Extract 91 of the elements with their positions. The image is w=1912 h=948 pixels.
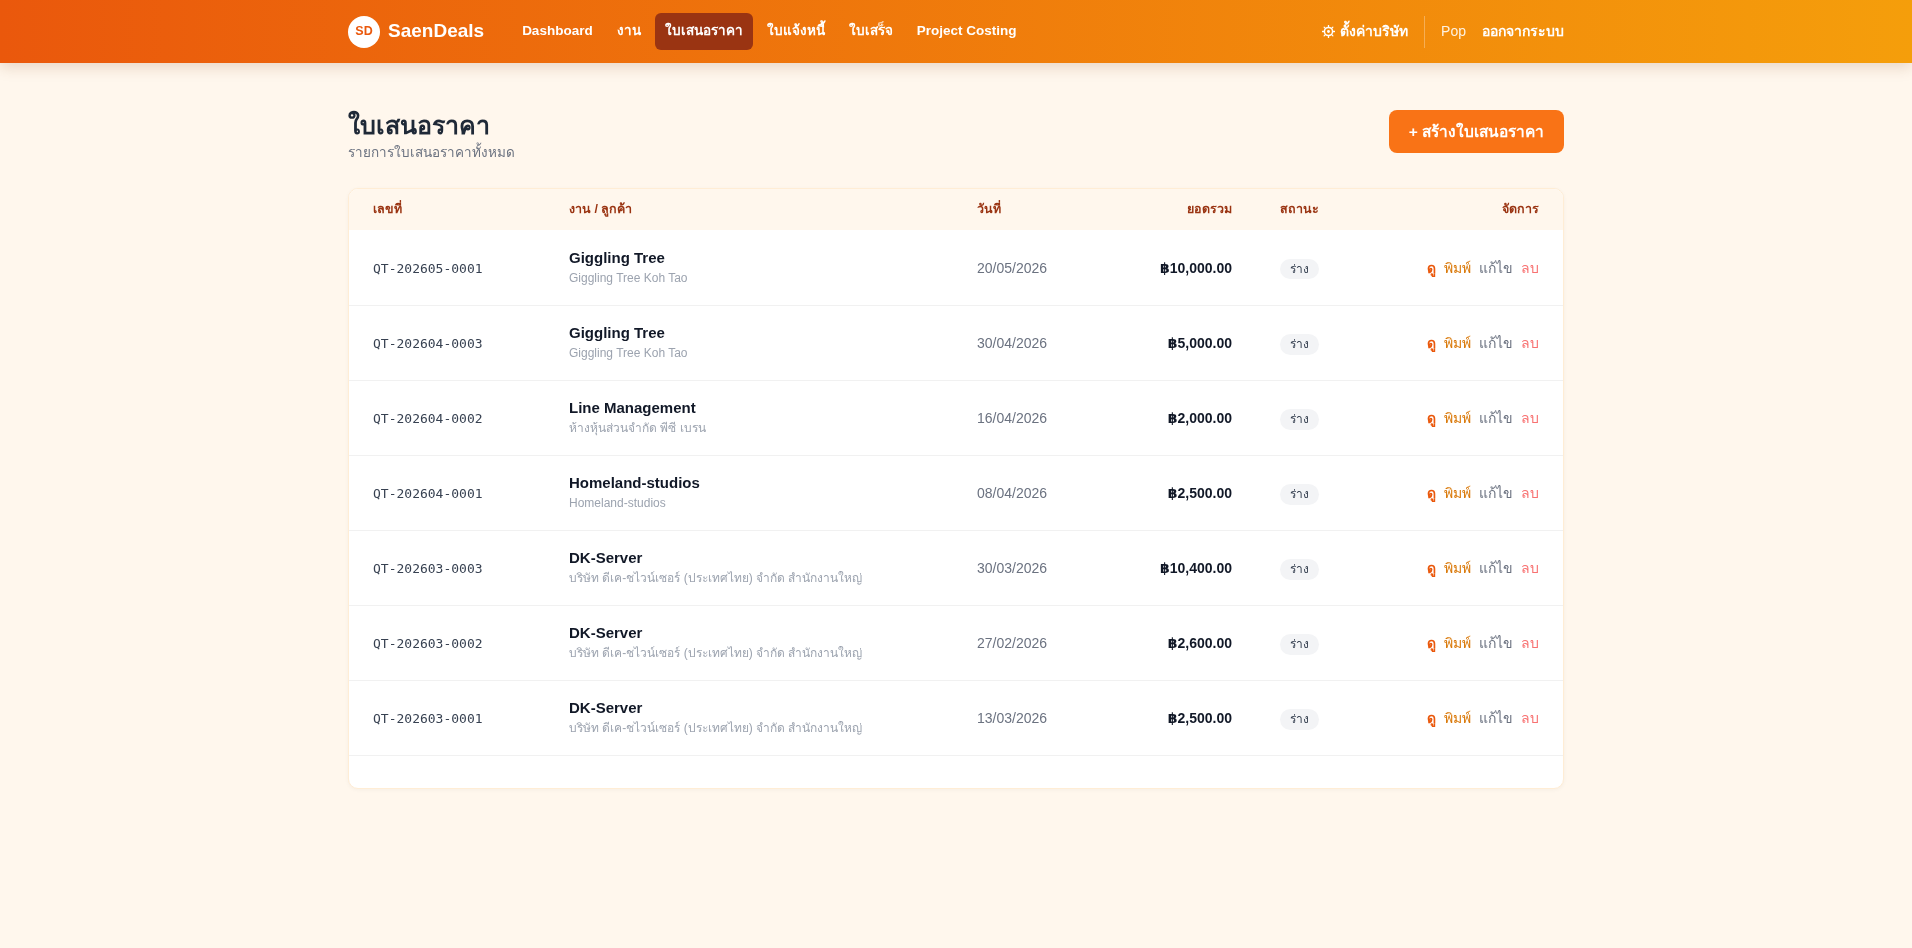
quotation-date: 13/03/2026: [977, 709, 1048, 726]
status-badge: ร่าง: [1280, 708, 1319, 730]
job-name: Giggling Tree: [569, 247, 666, 268]
quotation-date: 27/02/2026: [977, 634, 1048, 651]
logo-badge: SD: [348, 15, 380, 48]
delete-link[interactable]: ลบ: [1521, 484, 1539, 501]
user-name: Pop: [1441, 22, 1466, 41]
nav-tab[interactable]: Project Costing: [906, 13, 1027, 50]
customer-name: บริษัท ดีเค-ชไวน์เซอร์ (ประเทศไทย) จำกัด สำนักงานใหญ่: [569, 720, 864, 738]
total-amount: ฿2,500.00: [1167, 484, 1232, 501]
print-link[interactable]: พิมพ์: [1444, 634, 1471, 651]
page-subtitle: รายการใบเสนอราคาทั้งหมด: [348, 143, 515, 164]
print-link[interactable]: พิมพ์: [1444, 484, 1471, 501]
delete-link[interactable]: ลบ: [1521, 334, 1539, 351]
status-badge: ร่าง: [1280, 483, 1319, 505]
quotation-date: 16/04/2026: [977, 409, 1048, 426]
quotation-number: QT-202603-0003: [373, 560, 483, 576]
total-amount: ฿2,500.00: [1167, 709, 1232, 726]
nav-tab[interactable]: ใบเสนอราคา: [654, 13, 753, 50]
edit-link[interactable]: แก้ไข: [1479, 484, 1513, 501]
job-name: DK-Server: [569, 623, 644, 644]
job-name: Giggling Tree: [569, 323, 666, 344]
view-link[interactable]: ดู: [1427, 409, 1436, 426]
delete-link[interactable]: ลบ: [1521, 634, 1539, 651]
edit-link[interactable]: แก้ไข: [1479, 409, 1513, 426]
brand-name[interactable]: SaenDeals: [388, 17, 485, 46]
job-name: DK-Server: [569, 698, 644, 719]
view-link[interactable]: ดู: [1427, 634, 1436, 651]
status-badge: ร่าง: [1280, 333, 1319, 355]
quotation-date: 30/04/2026: [977, 334, 1048, 351]
customer-name: Giggling Tree Koh Tao: [569, 270, 689, 287]
job-name: DK-Server: [569, 548, 644, 569]
column-header: เลขที่: [373, 201, 402, 216]
nav-tab[interactable]: งาน: [606, 13, 651, 50]
column-header: วันที่: [977, 201, 1001, 216]
total-amount: ฿5,000.00: [1167, 334, 1232, 351]
view-link[interactable]: ดู: [1427, 259, 1436, 276]
settings-link[interactable]: ตั้งค่าบริษัท: [1322, 21, 1409, 42]
column-header: สถานะ: [1280, 201, 1319, 216]
settings-icon: [1322, 25, 1336, 38]
quotation-number: QT-202604-0003: [373, 335, 483, 351]
job-name: Line Management: [569, 398, 697, 419]
column-header: งาน / ลูกค้า: [569, 201, 633, 216]
status-badge: ร่าง: [1280, 558, 1319, 580]
edit-link[interactable]: แก้ไข: [1479, 559, 1513, 576]
nav-tab[interactable]: ใบแจ้งหนี้: [756, 13, 835, 50]
quotation-number: QT-202605-0001: [373, 260, 483, 276]
total-amount: ฿2,000.00: [1167, 409, 1232, 426]
delete-link[interactable]: ลบ: [1521, 259, 1539, 276]
edit-link[interactable]: แก้ไข: [1479, 334, 1513, 351]
print-link[interactable]: พิมพ์: [1444, 709, 1471, 726]
customer-name: ห้างหุ้นส่วนจำกัด พีซี เบรน: [569, 420, 707, 438]
quotation-date: 30/03/2026: [977, 559, 1048, 576]
customer-name: Homeland-studios: [569, 495, 667, 513]
delete-link[interactable]: ลบ: [1521, 409, 1539, 426]
view-link[interactable]: ดู: [1427, 559, 1436, 576]
quotation-number: QT-202603-0002: [373, 635, 483, 651]
quotation-number: QT-202603-0001: [373, 710, 483, 726]
page-title: ใบเสนอราคา: [348, 110, 491, 141]
total-amount: ฿10,000.00: [1159, 259, 1232, 276]
column-header: จัดการ: [1502, 201, 1539, 216]
delete-link[interactable]: ลบ: [1521, 709, 1539, 726]
nav-tab[interactable]: ใบเสร็จ: [838, 13, 903, 50]
job-name: Homeland-studios: [569, 473, 701, 494]
edit-link[interactable]: แก้ไข: [1479, 259, 1513, 276]
customer-name: บริษัท ดีเค-ชไวน์เซอร์ (ประเทศไทย) จำกัด สำนักงานใหญ่: [569, 570, 864, 588]
quotation-date: 20/05/2026: [977, 259, 1048, 276]
status-badge: ร่าง: [1280, 408, 1319, 430]
customer-name: Giggling Tree Koh Tao: [569, 345, 689, 363]
customer-name: บริษัท ดีเค-ชไวน์เซอร์ (ประเทศไทย) จำกัด สำนักงานใหญ่: [569, 645, 864, 663]
edit-link[interactable]: แก้ไข: [1479, 709, 1513, 726]
quotation-number: QT-202604-0002: [373, 410, 483, 426]
view-link[interactable]: ดู: [1427, 484, 1436, 501]
print-link[interactable]: พิมพ์: [1444, 409, 1471, 426]
nav-tab[interactable]: Dashboard: [512, 13, 603, 50]
quotation-number: QT-202604-0001: [373, 485, 483, 501]
edit-link[interactable]: แก้ไข: [1479, 634, 1513, 651]
quotation-date: 08/04/2026: [977, 484, 1048, 501]
print-link[interactable]: พิมพ์: [1444, 259, 1471, 276]
print-link[interactable]: พิมพ์: [1444, 559, 1471, 576]
delete-link[interactable]: ลบ: [1521, 559, 1539, 576]
print-link[interactable]: พิมพ์: [1444, 334, 1471, 351]
status-badge: ร่าง: [1280, 258, 1319, 280]
status-badge: ร่าง: [1280, 633, 1319, 655]
total-amount: ฿10,400.00: [1159, 559, 1232, 576]
column-header: ยอดรวม: [1187, 201, 1232, 216]
total-amount: ฿2,600.00: [1167, 634, 1232, 651]
view-link[interactable]: ดู: [1427, 334, 1436, 351]
logout-link[interactable]: ออกจากระบบ: [1482, 21, 1564, 42]
view-link[interactable]: ดู: [1427, 709, 1436, 726]
create-quotation-button[interactable]: + สร้างใบเสนอราคา: [1388, 110, 1564, 154]
